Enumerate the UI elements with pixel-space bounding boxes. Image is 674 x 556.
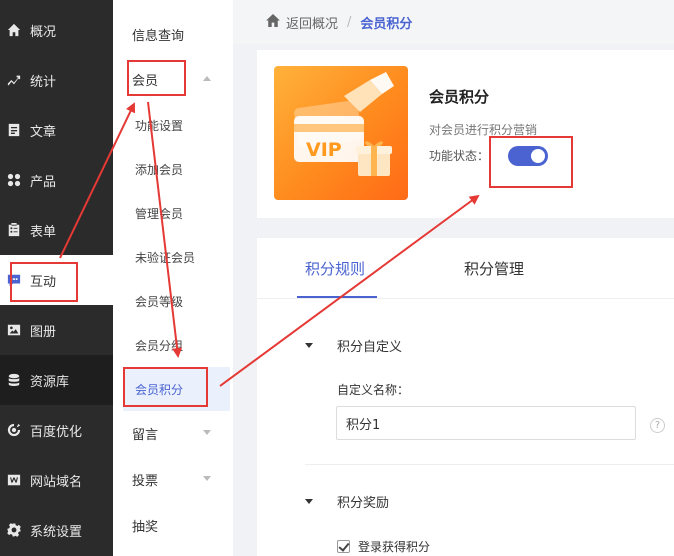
submenu-item-label: 未验证会员	[135, 250, 196, 265]
submenu-item-label: 留言	[132, 427, 159, 443]
gear-icon	[7, 523, 21, 537]
sidebar-item-label: 资源库	[30, 374, 70, 390]
sidebar-item-label: 系统设置	[30, 524, 83, 540]
breadcrumb-current: 会员积分	[360, 16, 413, 32]
chart-icon	[7, 73, 21, 87]
submenu-item-voting[interactable]: 投票	[113, 457, 233, 501]
domain-icon	[7, 473, 21, 487]
submenu-item-lottery[interactable]: 抽奖	[113, 503, 233, 547]
caret-down-icon	[305, 343, 313, 348]
sidebar-item-interaction[interactable]: 互动	[0, 255, 113, 305]
section-points-rewards[interactable]: 积分奖励	[305, 492, 389, 511]
points-settings-panel: 积分规则 积分管理 积分自定义 自定义名称： ? 积分奖励 登录获得积分	[257, 238, 674, 556]
submenu-item-label: 抽奖	[132, 519, 159, 535]
sidebar-item-label: 网站域名	[30, 474, 83, 490]
submenu-item-member-levels[interactable]: 会员等级	[113, 279, 233, 323]
caret-down-icon	[305, 499, 313, 504]
feature-status-toggle[interactable]	[508, 146, 548, 166]
sidebar-item-label: 产品	[30, 174, 57, 190]
submenu-item-manage-members[interactable]: 管理会员	[113, 191, 233, 235]
sidebar-item-statistics[interactable]: 统计	[0, 55, 113, 105]
sidebar-item-label: 百度优化	[30, 424, 83, 440]
sidebar-item-articles[interactable]: 文章	[0, 105, 113, 155]
custom-name-input[interactable]	[336, 406, 636, 440]
submenu-item-member-points[interactable]: 会员积分	[123, 367, 230, 411]
chat-bubble-icon	[7, 273, 21, 287]
sidebar-item-gallery[interactable]: 图册	[0, 305, 113, 355]
submenu-item-member-groups[interactable]: 会员分组	[113, 323, 233, 367]
submenu-item-label: 添加会员	[135, 162, 184, 177]
sidebar-item-forms[interactable]: 表单	[0, 205, 113, 255]
sidebar-item-baidu-seo[interactable]: 百度优化	[0, 405, 113, 455]
section-title: 积分奖励	[337, 496, 390, 511]
login-points-checkbox-row[interactable]: 登录获得积分	[337, 538, 430, 555]
vip-banner-image: VIP	[274, 66, 408, 200]
home-icon[interactable]	[266, 13, 280, 31]
submenu-item-members[interactable]: 会员	[113, 57, 233, 101]
breadcrumb-back-link[interactable]: 返回概况	[286, 13, 338, 32]
feature-title: 会员积分	[429, 88, 490, 106]
submenu: 信息查询 会员 功能设置 添加会员 管理会员 未验证会员 会员等级 会员分组 会…	[113, 0, 233, 556]
tab-divider	[257, 298, 674, 299]
submenu-item-feature-settings[interactable]: 功能设置	[113, 103, 233, 147]
sidebar-item-system-settings[interactable]: 系统设置	[0, 505, 113, 555]
vip-banner-text: VIP	[306, 139, 342, 161]
custom-name-label: 自定义名称：	[337, 383, 410, 397]
toggle-knob	[531, 149, 545, 163]
breadcrumb: 返回概况 / 会员积分	[233, 0, 674, 44]
seo-icon	[7, 423, 21, 437]
feature-card: VIP 会员积分 对会员进行积分营销 功能状态：	[257, 50, 674, 218]
submenu-item-label: 会员分组	[135, 338, 184, 353]
submenu-item-messages[interactable]: 留言	[113, 411, 233, 455]
section-points-custom[interactable]: 积分自定义	[305, 336, 402, 355]
home-icon	[7, 23, 21, 37]
submenu-item-label: 管理会员	[135, 206, 184, 221]
sidebar-item-label: 表单	[30, 224, 57, 240]
section-title: 积分自定义	[337, 340, 403, 355]
breadcrumb-separator: /	[347, 14, 352, 30]
submenu-item-label: 功能设置	[135, 118, 184, 133]
section-divider	[305, 464, 674, 465]
feature-description: 对会员进行积分营销	[429, 123, 538, 137]
article-icon	[7, 123, 21, 137]
sidebar-item-domain[interactable]: 网站域名	[0, 455, 113, 505]
sidebar-item-label: 概况	[30, 24, 57, 40]
tab-points-management[interactable]: 积分管理	[464, 258, 524, 279]
sidebar-item-label: 互动	[30, 274, 57, 290]
sidebar-item-overview[interactable]: 概况	[0, 5, 113, 55]
tab-points-rules[interactable]: 积分规则	[305, 258, 365, 279]
sidebar-item-label: 统计	[30, 74, 57, 90]
login-points-checkbox[interactable]	[337, 540, 350, 553]
chevron-down-icon	[203, 430, 211, 435]
checkbox-label: 登录获得积分	[358, 540, 431, 554]
submenu-item-add-member[interactable]: 添加会员	[113, 147, 233, 191]
main-sidebar: 概况 统计 文章 产品 表单 互动 图册 资源库 百度优化 网站域名 系统设置	[0, 0, 113, 556]
submenu-item-label: 投票	[132, 473, 159, 489]
submenu-item-info-query[interactable]: 信息查询	[113, 12, 233, 56]
submenu-item-label: 会员	[132, 73, 159, 89]
database-icon	[7, 373, 21, 387]
submenu-item-label: 信息查询	[132, 28, 185, 44]
sidebar-item-label: 图册	[30, 324, 57, 340]
product-grid-icon	[7, 173, 21, 187]
active-tab-indicator	[297, 296, 377, 298]
submenu-item-unverified-members[interactable]: 未验证会员	[113, 235, 233, 279]
sidebar-item-resources[interactable]: 资源库	[0, 355, 113, 405]
chevron-up-icon	[203, 76, 211, 81]
gallery-icon	[7, 323, 21, 337]
feature-status-label: 功能状态：	[429, 149, 490, 163]
chevron-down-icon	[203, 476, 211, 481]
sidebar-item-label: 文章	[30, 124, 57, 140]
submenu-item-label: 会员等级	[135, 294, 184, 309]
form-icon	[7, 223, 21, 237]
submenu-item-label: 会员积分	[135, 382, 184, 397]
help-icon[interactable]: ?	[650, 418, 665, 433]
sidebar-item-products[interactable]: 产品	[0, 155, 113, 205]
